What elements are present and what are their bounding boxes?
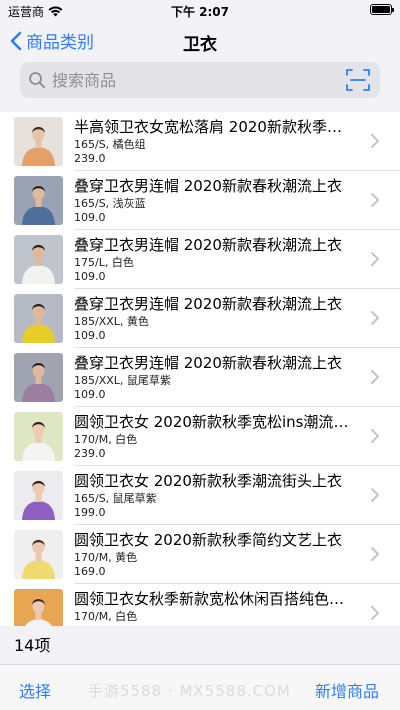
chevron-right-icon: [371, 134, 379, 148]
battery-icon: [370, 4, 394, 15]
chevron-right-icon: [371, 311, 379, 325]
product-spec: 175/L, 白色: [74, 256, 134, 269]
search-icon: [29, 72, 45, 88]
product-title: 叠穿卫衣男连帽 2020新款春秋潮流上衣: [74, 177, 342, 195]
product-thumbnail: [14, 176, 63, 225]
product-price: 169.0: [74, 565, 106, 578]
product-thumbnail: [14, 471, 63, 520]
product-info: 叠穿卫衣男连帽 2020新款春秋潮流上衣 165/S, 浅灰蓝 109.0: [74, 177, 364, 225]
product-row[interactable]: 叠穿卫衣男连帽 2020新款春秋潮流上衣 175/L, 白色 109.0: [0, 230, 400, 289]
product-title: 叠穿卫衣男连帽 2020新款春秋潮流上衣: [74, 354, 342, 372]
select-button[interactable]: 选择: [19, 678, 51, 702]
search-bar: [20, 62, 380, 98]
product-info: 圆领卫衣女 2020新款秋季宽松ins潮流上衣 170/M, 白色 239.0: [74, 413, 364, 461]
product-price: 109.0: [74, 211, 106, 224]
product-price: 199.0: [74, 506, 106, 519]
chevron-right-icon: [371, 193, 379, 207]
product-info: 圆领卫衣女秋季新款宽松休闲百搭纯色上衣 170/M, 白色: [74, 590, 364, 624]
product-price: 239.0: [74, 447, 106, 460]
product-list: 半高领卫衣女宽松落肩 2020新款秋季韩版 165/S, 橘色组 239.0 叠穿卫衣…: [0, 112, 400, 626]
product-price: 109.0: [74, 388, 106, 401]
product-price: 239.0: [74, 152, 106, 165]
product-price: 109.0: [74, 270, 106, 283]
barcode-scan-icon[interactable]: [346, 68, 370, 92]
navigation-bar: 商品类别 卫衣: [0, 20, 400, 64]
product-row[interactable]: 半高领卫衣女宽松落肩 2020新款秋季韩版 165/S, 橘色组 239.0: [0, 112, 400, 171]
product-info: 叠穿卫衣男连帽 2020新款春秋潮流上衣 185/XXL, 鼠尾草紫 109.0: [74, 354, 364, 402]
product-thumbnail: [14, 412, 63, 461]
product-row[interactable]: 圆领卫衣女 2020新款秋季潮流街头上衣 165/S, 鼠尾草紫 199.0: [0, 466, 400, 525]
product-spec: 170/M, 白色: [74, 610, 138, 623]
chevron-right-icon: [371, 547, 379, 561]
product-thumbnail: [14, 294, 63, 343]
product-price: 109.0: [74, 329, 106, 342]
product-spec: 170/M, 黄色: [74, 551, 138, 564]
add-product-button[interactable]: 新增商品: [315, 678, 379, 702]
page-title: 卫衣: [183, 35, 217, 55]
chevron-right-icon: [371, 370, 379, 384]
product-spec: 170/M, 白色: [74, 433, 138, 446]
product-title: 叠穿卫衣男连帽 2020新款春秋潮流上衣: [74, 236, 342, 254]
product-spec: 165/S, 鼠尾草紫: [74, 492, 157, 505]
product-row[interactable]: 圆领卫衣女 2020新款秋季简约文艺上衣 170/M, 黄色 169.0: [0, 525, 400, 584]
status-time: 下午 2:07: [170, 5, 230, 19]
product-row[interactable]: 圆领卫衣女 2020新款秋季宽松ins潮流上衣 170/M, 白色 239.0: [0, 407, 400, 466]
product-row[interactable]: 叠穿卫衣男连帽 2020新款春秋潮流上衣 165/S, 浅灰蓝 109.0: [0, 171, 400, 230]
watermark: 手游5588 · MX5588.COM: [88, 682, 291, 700]
product-thumbnail: [14, 117, 63, 166]
product-title: 圆领卫衣女 2020新款秋季简约文艺上衣: [74, 531, 342, 549]
product-spec: 165/S, 浅灰蓝: [74, 197, 146, 210]
product-info: 圆领卫衣女 2020新款秋季潮流街头上衣 165/S, 鼠尾草紫 199.0: [74, 472, 364, 520]
product-thumbnail: [14, 235, 63, 284]
product-title: 叠穿卫衣男连帽 2020新款春秋潮流上衣: [74, 295, 342, 313]
item-count: 14项: [14, 636, 51, 655]
chevron-right-icon: [371, 429, 379, 443]
product-info: 叠穿卫衣男连帽 2020新款春秋潮流上衣 185/XXL, 黄色 109.0: [74, 295, 364, 343]
product-spec: 165/S, 橘色组: [74, 138, 146, 151]
product-title: 圆领卫衣女 2020新款秋季潮流街头上衣: [74, 472, 342, 490]
product-title: 半高领卫衣女宽松落肩 2020新款秋季韩版: [74, 118, 354, 136]
product-spec: 185/XXL, 鼠尾草紫: [74, 374, 171, 387]
product-info: 半高领卫衣女宽松落肩 2020新款秋季韩版 165/S, 橘色组 239.0: [74, 118, 364, 166]
search-input[interactable]: [52, 70, 332, 90]
product-spec: 185/XXL, 黄色: [74, 315, 149, 328]
product-thumbnail: [14, 353, 63, 402]
bottom-toolbar: 选择 手游5588 · MX5588.COM 新增商品: [0, 664, 400, 710]
product-title: 圆领卫衣女秋季新款宽松休闲百搭纯色上衣: [74, 590, 354, 608]
product-info: 叠穿卫衣男连帽 2020新款春秋潮流上衣 175/L, 白色 109.0: [74, 236, 364, 284]
product-info: 圆领卫衣女 2020新款秋季简约文艺上衣 170/M, 黄色 169.0: [74, 531, 364, 579]
product-thumbnail: [14, 530, 63, 579]
product-title: 圆领卫衣女 2020新款秋季宽松ins潮流上衣: [74, 413, 354, 431]
product-row[interactable]: 叠穿卫衣男连帽 2020新款春秋潮流上衣 185/XXL, 黄色 109.0: [0, 289, 400, 348]
chevron-right-icon: [371, 606, 379, 620]
status-bar: 运营商 下午 2:07: [0, 0, 400, 20]
chevron-right-icon: [371, 252, 379, 266]
chevron-right-icon: [371, 488, 379, 502]
product-thumbnail: [14, 589, 63, 626]
product-row[interactable]: 圆领卫衣女秋季新款宽松休闲百搭纯色上衣 170/M, 白色: [0, 584, 400, 626]
product-row[interactable]: 叠穿卫衣男连帽 2020新款春秋潮流上衣 185/XXL, 鼠尾草紫 109.0: [0, 348, 400, 407]
